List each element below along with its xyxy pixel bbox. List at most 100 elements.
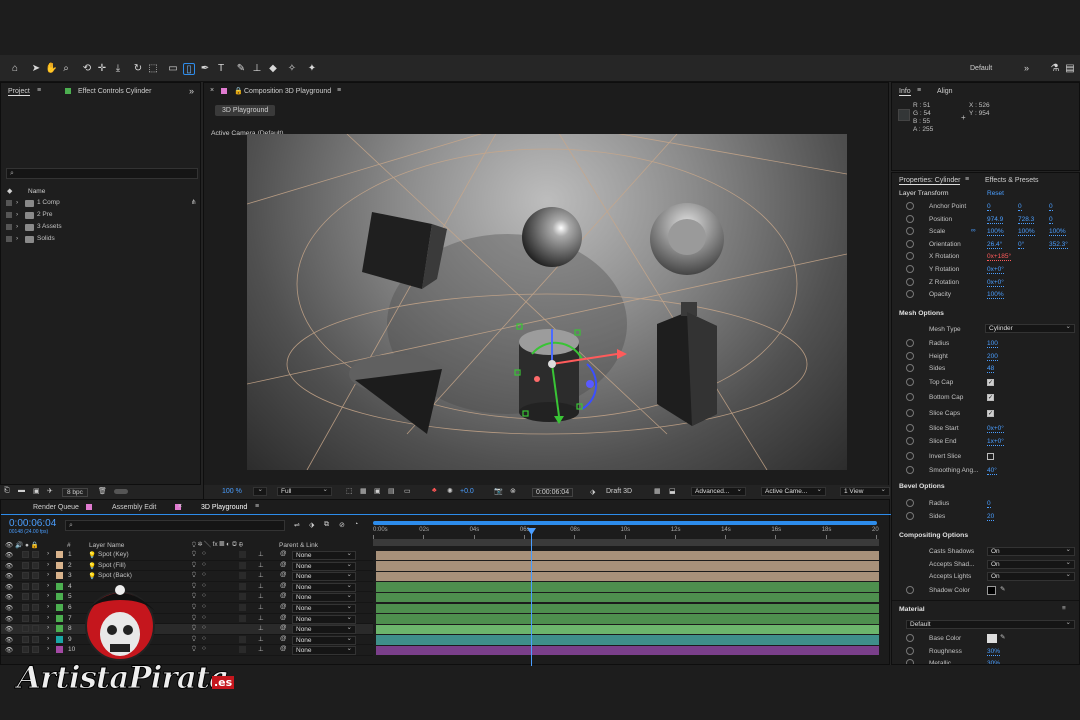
stopwatch-icon[interactable] (906, 227, 914, 236)
comp-mini-flowchart-icon[interactable]: ⇌ (294, 521, 300, 529)
timeline-tab[interactable]: 3D Playground (201, 504, 247, 511)
chevron-right-icon[interactable]: › (16, 223, 18, 230)
3d-switch-icon[interactable]: ⊥ (258, 614, 264, 622)
zoom-value[interactable]: 100 % (222, 488, 242, 495)
3d-switch-icon[interactable]: ⊥ (258, 645, 264, 653)
show-snapshot-icon[interactable]: ⊗ (510, 487, 516, 495)
property-value[interactable]: 0 (1049, 216, 1053, 224)
new-comp-icon[interactable]: ▣ (33, 487, 40, 495)
canteen-mesh[interactable] (657, 302, 717, 426)
parent-dropdown[interactable]: None (292, 592, 356, 603)
align-tab[interactable]: Align (937, 88, 953, 95)
stopwatch-icon[interactable] (906, 659, 914, 664)
property-value[interactable]: 26.4° (987, 241, 1003, 249)
snapshot-icon[interactable]: 📷 (494, 487, 503, 495)
mesh-property-value[interactable]: 100 (987, 340, 998, 348)
shy-layers-icon[interactable]: ⧉ (324, 521, 329, 529)
stopwatch-icon[interactable] (906, 202, 914, 210)
renderer-label[interactable]: Draft 3D (606, 488, 632, 495)
constrain-link-icon[interactable]: ∞ (971, 227, 976, 234)
timeline-menu-icon[interactable]: ≡ (255, 503, 259, 510)
stopwatch-icon[interactable] (906, 511, 914, 520)
panel-menu-icon[interactable]: ≡ (37, 87, 41, 94)
property-value[interactable]: 100% (987, 291, 1004, 300)
3d-switch-icon[interactable]: ⊥ (258, 571, 264, 579)
cone-mesh[interactable] (349, 354, 445, 434)
work-area-bar[interactable] (373, 521, 877, 525)
bevel-value[interactable]: 0 (987, 500, 991, 508)
3d-switch-icon[interactable]: ⊥ (258, 550, 264, 558)
timeline-tab[interactable]: Render Queue (33, 504, 79, 511)
eyedropper-icon[interactable]: ✎ (1000, 633, 1005, 641)
layer-duration-bar[interactable] (376, 592, 879, 603)
current-time-indicator[interactable] (531, 530, 532, 666)
eye-icon[interactable]: 👁 (5, 615, 13, 623)
material-value[interactable]: 30% (987, 660, 1000, 664)
workspace-label[interactable]: Default (970, 65, 992, 72)
audio-switch[interactable] (22, 551, 29, 558)
stopwatch-icon[interactable] (906, 290, 914, 299)
eye-icon[interactable]: 👁 (5, 551, 13, 559)
stopwatch-icon[interactable] (906, 465, 914, 474)
stopwatch-icon[interactable] (906, 634, 914, 642)
torus-mesh[interactable] (650, 203, 724, 275)
parent-dropdown[interactable]: None (292, 561, 356, 571)
effect-controls-tab[interactable]: Effect Controls Cylinder (78, 88, 151, 95)
project-item[interactable]: › 2 Pre (1, 210, 200, 221)
advanced-dropdown[interactable]: Advanced... (691, 486, 746, 496)
bit-depth-button[interactable]: 8 bpc (62, 488, 88, 497)
mesh-property-value[interactable]: 48 (987, 365, 995, 374)
property-value[interactable]: 728.3 (1018, 216, 1035, 224)
shy-switch-icon[interactable]: ⍜ (192, 550, 196, 558)
layer-duration-bar[interactable] (376, 582, 879, 592)
clone-stamp-icon[interactable]: ⊥ (251, 63, 263, 75)
roto-brush-icon[interactable]: ✧ (286, 63, 298, 75)
panel-more-icon[interactable]: » (189, 86, 194, 96)
property-value[interactable]: 100% (987, 228, 1004, 237)
stopwatch-icon[interactable] (906, 408, 914, 417)
draft-3d-toggle-icon[interactable]: ⬗ (309, 521, 314, 529)
project-search-input[interactable]: ⌕ (6, 168, 198, 179)
timeline-timecode[interactable]: 0:00:06:04 (9, 518, 56, 529)
reset-button[interactable]: Reset (987, 190, 1004, 197)
selection-tool-icon[interactable]: ➤ (30, 63, 42, 75)
eye-icon[interactable]: 👁 (5, 593, 13, 601)
parent-dropdown[interactable]: None (292, 550, 356, 560)
property-value[interactable]: 100% (1049, 228, 1066, 237)
pick-whip-icon[interactable]: @ (280, 624, 287, 631)
pick-whip-icon[interactable]: @ (280, 561, 287, 568)
pick-whip-icon[interactable]: @ (280, 645, 287, 652)
layer-duration-bar[interactable] (376, 550, 879, 560)
solo-switch[interactable] (32, 551, 39, 558)
3d-switch-icon[interactable]: ⊥ (258, 582, 264, 590)
pen-tool-icon[interactable]: ✒ (199, 63, 211, 75)
trash-icon[interactable]: 🗑 (98, 487, 107, 495)
dependency-icon[interactable]: ✈ (47, 487, 53, 495)
eraser-tool-icon[interactable]: ◆ (267, 63, 279, 75)
layer-name[interactable]: Spot (Key) (98, 551, 129, 558)
pick-whip-icon[interactable]: @ (280, 603, 287, 610)
cap-checkbox[interactable]: ✓ (987, 394, 994, 402)
label-tag-icon[interactable]: ◆ (7, 187, 12, 195)
stopwatch-icon[interactable] (906, 351, 914, 360)
parent-dropdown[interactable]: None (292, 645, 356, 656)
shy-switch-icon[interactable]: ⍜ (192, 561, 196, 569)
chevron-right-icon[interactable]: › (47, 550, 49, 557)
stopwatch-icon[interactable] (906, 214, 914, 223)
quality-switch-icon[interactable]: ○ (202, 550, 206, 557)
audio-switch[interactable] (22, 561, 29, 569)
type-tool-icon[interactable]: T (215, 63, 227, 75)
stopwatch-icon[interactable] (906, 265, 914, 273)
new-folder-icon[interactable]: ▬ (18, 487, 25, 494)
eye-icon[interactable]: 👁 (5, 572, 13, 580)
mask-visibility-icon[interactable]: ▣ (374, 487, 381, 495)
3d-switch-icon[interactable]: ⊥ (258, 592, 264, 600)
eye-icon[interactable]: 👁 (5, 562, 13, 570)
flowchart-toggle[interactable] (114, 489, 128, 494)
3d-viewport[interactable] (247, 134, 847, 470)
ground-plane-icon[interactable]: ⬓ (669, 487, 676, 495)
zoom-tool-icon[interactable]: ⌕ (60, 63, 72, 75)
interpret-footage-icon[interactable]: ⎗ (4, 487, 10, 495)
pick-whip-icon[interactable]: @ (280, 571, 287, 578)
project-item[interactable]: › 1 Comp (1, 198, 200, 209)
